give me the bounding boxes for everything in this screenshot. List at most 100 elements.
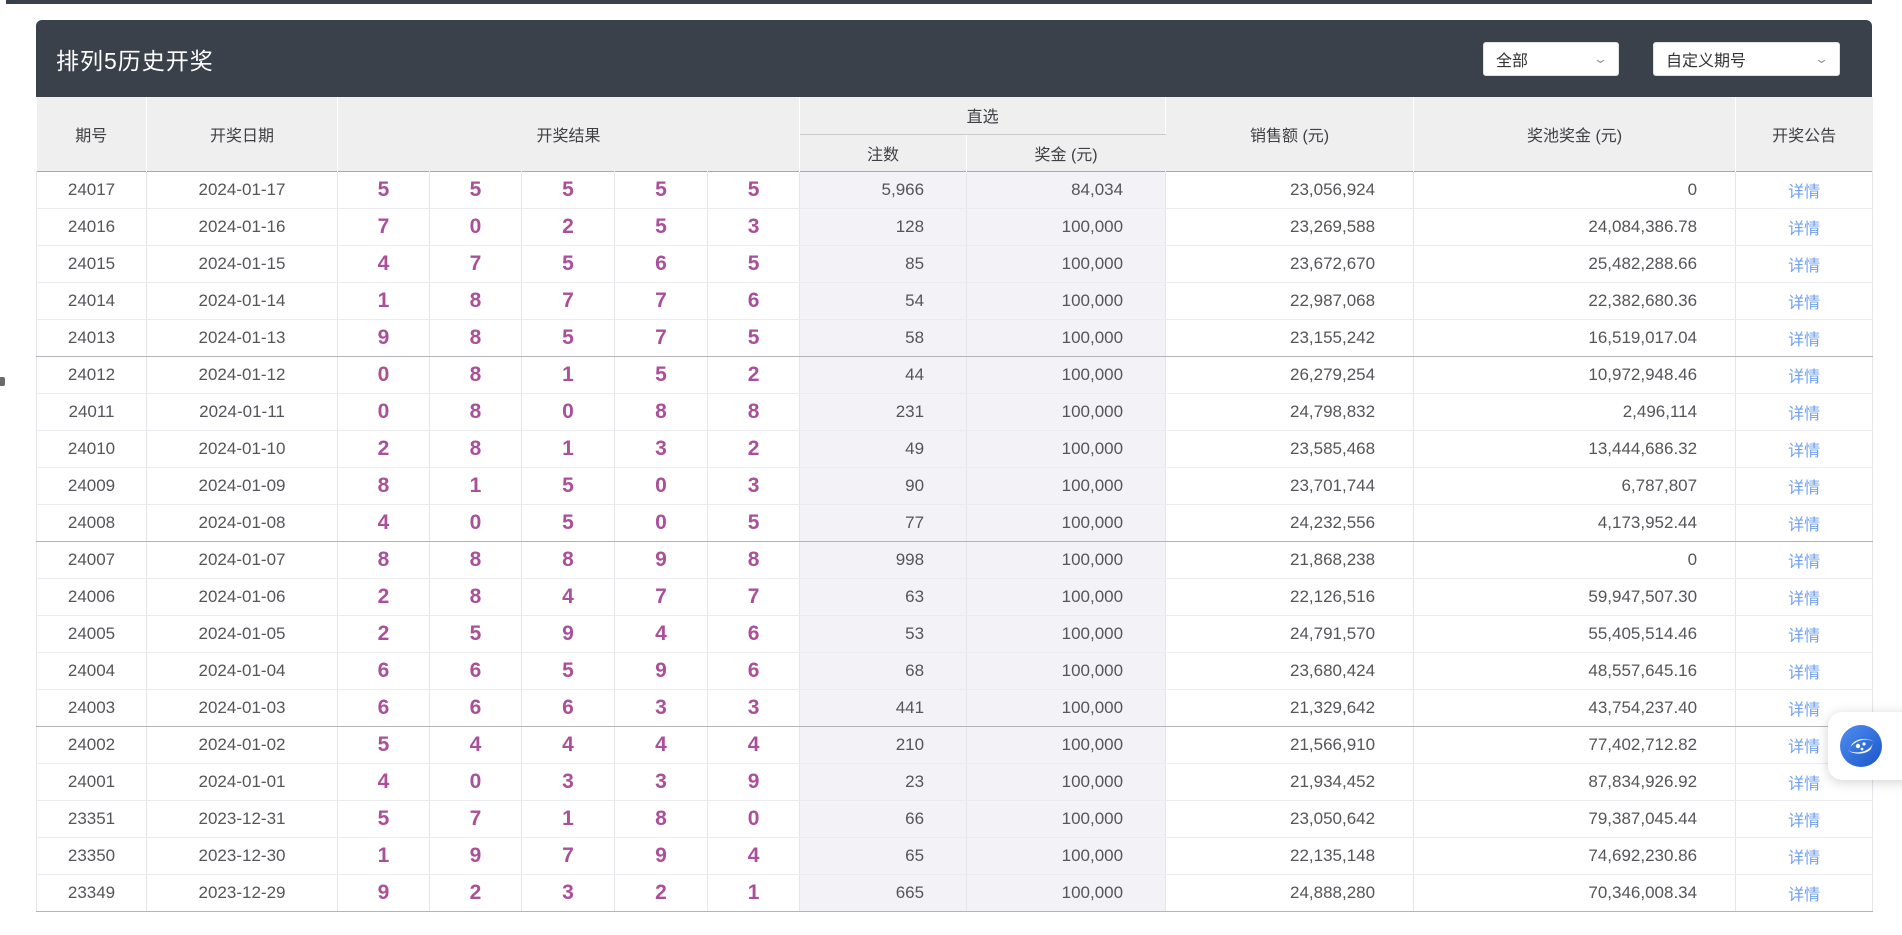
date-cell: 2024-01-15 xyxy=(147,245,338,282)
detail-link[interactable]: 详情 xyxy=(1788,221,1820,238)
jackpot-cell: 74,692,230.86 xyxy=(1414,837,1736,874)
draw-number: 1 xyxy=(708,874,800,911)
header-prize: 奖金 (元) xyxy=(967,134,1166,171)
detail-link[interactable]: 详情 xyxy=(1788,591,1820,608)
detail-link[interactable]: 详情 xyxy=(1788,702,1820,719)
sales-cell: 21,868,238 xyxy=(1166,541,1414,578)
draw-number: 5 xyxy=(708,245,800,282)
draw-number: 9 xyxy=(615,837,708,874)
detail-cell: 详情 xyxy=(1736,319,1873,356)
detail-link[interactable]: 详情 xyxy=(1788,258,1820,275)
detail-link[interactable]: 详情 xyxy=(1788,369,1820,386)
detail-link[interactable]: 详情 xyxy=(1788,813,1820,830)
draw-number: 7 xyxy=(615,578,708,615)
draw-number: 7 xyxy=(338,208,430,245)
prize-cell: 100,000 xyxy=(967,874,1166,911)
chevron-down-icon: ⌄ xyxy=(1593,51,1608,67)
lottery-history-panel: 排列5历史开奖 全部 ⌄ 自定义期号 ⌄ 期号 开奖日期 开奖结果 直选 xyxy=(36,20,1872,912)
draw-number: 9 xyxy=(522,615,615,652)
sales-cell: 23,672,670 xyxy=(1166,245,1414,282)
draw-number: 7 xyxy=(615,282,708,319)
detail-cell: 详情 xyxy=(1736,208,1873,245)
detail-link[interactable]: 详情 xyxy=(1788,628,1820,645)
draw-number: 5 xyxy=(522,245,615,282)
draw-number: 8 xyxy=(522,541,615,578)
sales-cell: 22,126,516 xyxy=(1166,578,1414,615)
bets-cell: 49 xyxy=(800,430,967,467)
detail-cell: 详情 xyxy=(1736,615,1873,652)
jackpot-cell: 0 xyxy=(1414,541,1736,578)
jackpot-cell: 10,972,948.46 xyxy=(1414,356,1736,393)
prize-cell: 100,000 xyxy=(967,689,1166,726)
date-cell: 2024-01-12 xyxy=(147,356,338,393)
detail-link[interactable]: 详情 xyxy=(1788,184,1820,201)
type-select-value: 全部 xyxy=(1496,47,1528,71)
type-select[interactable]: 全部 ⌄ xyxy=(1483,42,1619,76)
period-cell: 24007 xyxy=(37,541,147,578)
draw-number: 1 xyxy=(522,430,615,467)
detail-link[interactable]: 详情 xyxy=(1788,665,1820,682)
date-cell: 2024-01-05 xyxy=(147,615,338,652)
draw-number: 3 xyxy=(522,874,615,911)
detail-cell: 详情 xyxy=(1736,504,1873,541)
draw-number: 5 xyxy=(522,504,615,541)
bets-cell: 44 xyxy=(800,356,967,393)
detail-link[interactable]: 详情 xyxy=(1788,887,1820,904)
period-cell: 23350 xyxy=(37,837,147,874)
draw-number: 7 xyxy=(708,578,800,615)
detail-link[interactable]: 详情 xyxy=(1788,295,1820,312)
draw-number: 3 xyxy=(522,763,615,800)
detail-cell: 详情 xyxy=(1736,171,1873,208)
prize-cell: 100,000 xyxy=(967,393,1166,430)
jackpot-cell: 4,173,952.44 xyxy=(1414,504,1736,541)
period-select[interactable]: 自定义期号 ⌄ xyxy=(1653,42,1840,76)
detail-link[interactable]: 详情 xyxy=(1788,480,1820,497)
draw-number: 5 xyxy=(338,726,430,763)
bets-cell: 128 xyxy=(800,208,967,245)
date-cell: 2024-01-07 xyxy=(147,541,338,578)
prize-cell: 100,000 xyxy=(967,430,1166,467)
jackpot-cell: 55,405,514.46 xyxy=(1414,615,1736,652)
bets-cell: 58 xyxy=(800,319,967,356)
period-select-value: 自定义期号 xyxy=(1666,47,1746,71)
draw-number: 5 xyxy=(338,800,430,837)
period-cell: 24005 xyxy=(37,615,147,652)
detail-link[interactable]: 详情 xyxy=(1788,517,1820,534)
bets-cell: 68 xyxy=(800,652,967,689)
sales-cell: 23,585,468 xyxy=(1166,430,1414,467)
header-date: 开奖日期 xyxy=(147,97,338,171)
detail-link[interactable]: 详情 xyxy=(1788,739,1820,756)
draw-number: 8 xyxy=(615,800,708,837)
table-row: 24013 2024-01-13 9 8 5 7 5 58 100,000 23… xyxy=(37,319,1873,356)
table-row: 24016 2024-01-16 7 0 2 5 3 128 100,000 2… xyxy=(37,208,1873,245)
detail-link[interactable]: 详情 xyxy=(1788,332,1820,349)
draw-number: 6 xyxy=(708,282,800,319)
date-cell: 2024-01-17 xyxy=(147,171,338,208)
prize-cell: 100,000 xyxy=(967,652,1166,689)
bets-cell: 53 xyxy=(800,615,967,652)
date-cell: 2024-01-02 xyxy=(147,726,338,763)
detail-link[interactable]: 详情 xyxy=(1788,776,1820,793)
draw-number: 0 xyxy=(615,467,708,504)
period-cell: 23351 xyxy=(37,800,147,837)
prize-cell: 100,000 xyxy=(967,800,1166,837)
date-cell: 2024-01-01 xyxy=(147,763,338,800)
bets-cell: 441 xyxy=(800,689,967,726)
prize-cell: 100,000 xyxy=(967,837,1166,874)
detail-link[interactable]: 详情 xyxy=(1788,406,1820,423)
jackpot-cell: 24,084,386.78 xyxy=(1414,208,1736,245)
sales-cell: 22,987,068 xyxy=(1166,282,1414,319)
draw-number: 8 xyxy=(708,393,800,430)
draw-number: 3 xyxy=(615,689,708,726)
jackpot-cell: 16,519,017.04 xyxy=(1414,319,1736,356)
table-row: 24007 2024-01-07 8 8 8 9 8 998 100,000 2… xyxy=(37,541,1873,578)
draw-number: 4 xyxy=(522,578,615,615)
draw-number: 2 xyxy=(338,578,430,615)
floating-widget-button[interactable] xyxy=(1828,712,1902,780)
bets-cell: 90 xyxy=(800,467,967,504)
detail-link[interactable]: 详情 xyxy=(1788,554,1820,571)
draw-number: 4 xyxy=(708,726,800,763)
detail-link[interactable]: 详情 xyxy=(1788,850,1820,867)
jackpot-cell: 87,834,926.92 xyxy=(1414,763,1736,800)
detail-link[interactable]: 详情 xyxy=(1788,443,1820,460)
